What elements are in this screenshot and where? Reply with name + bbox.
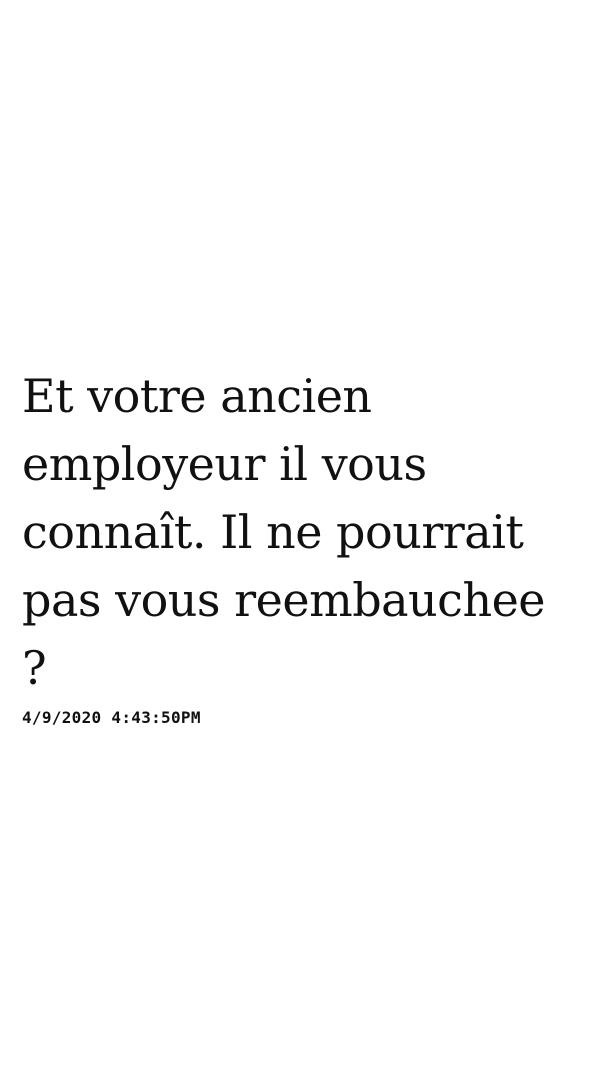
page: Et votre ancien employeur il vous connaî… [0, 0, 608, 1080]
message-timestamp: 4/9/2020 4:43:50PM [22, 708, 201, 727]
message-block: Et votre ancien employeur il vous connaî… [22, 362, 592, 727]
message-text: Et votre ancien employeur il vous connaî… [22, 369, 546, 695]
